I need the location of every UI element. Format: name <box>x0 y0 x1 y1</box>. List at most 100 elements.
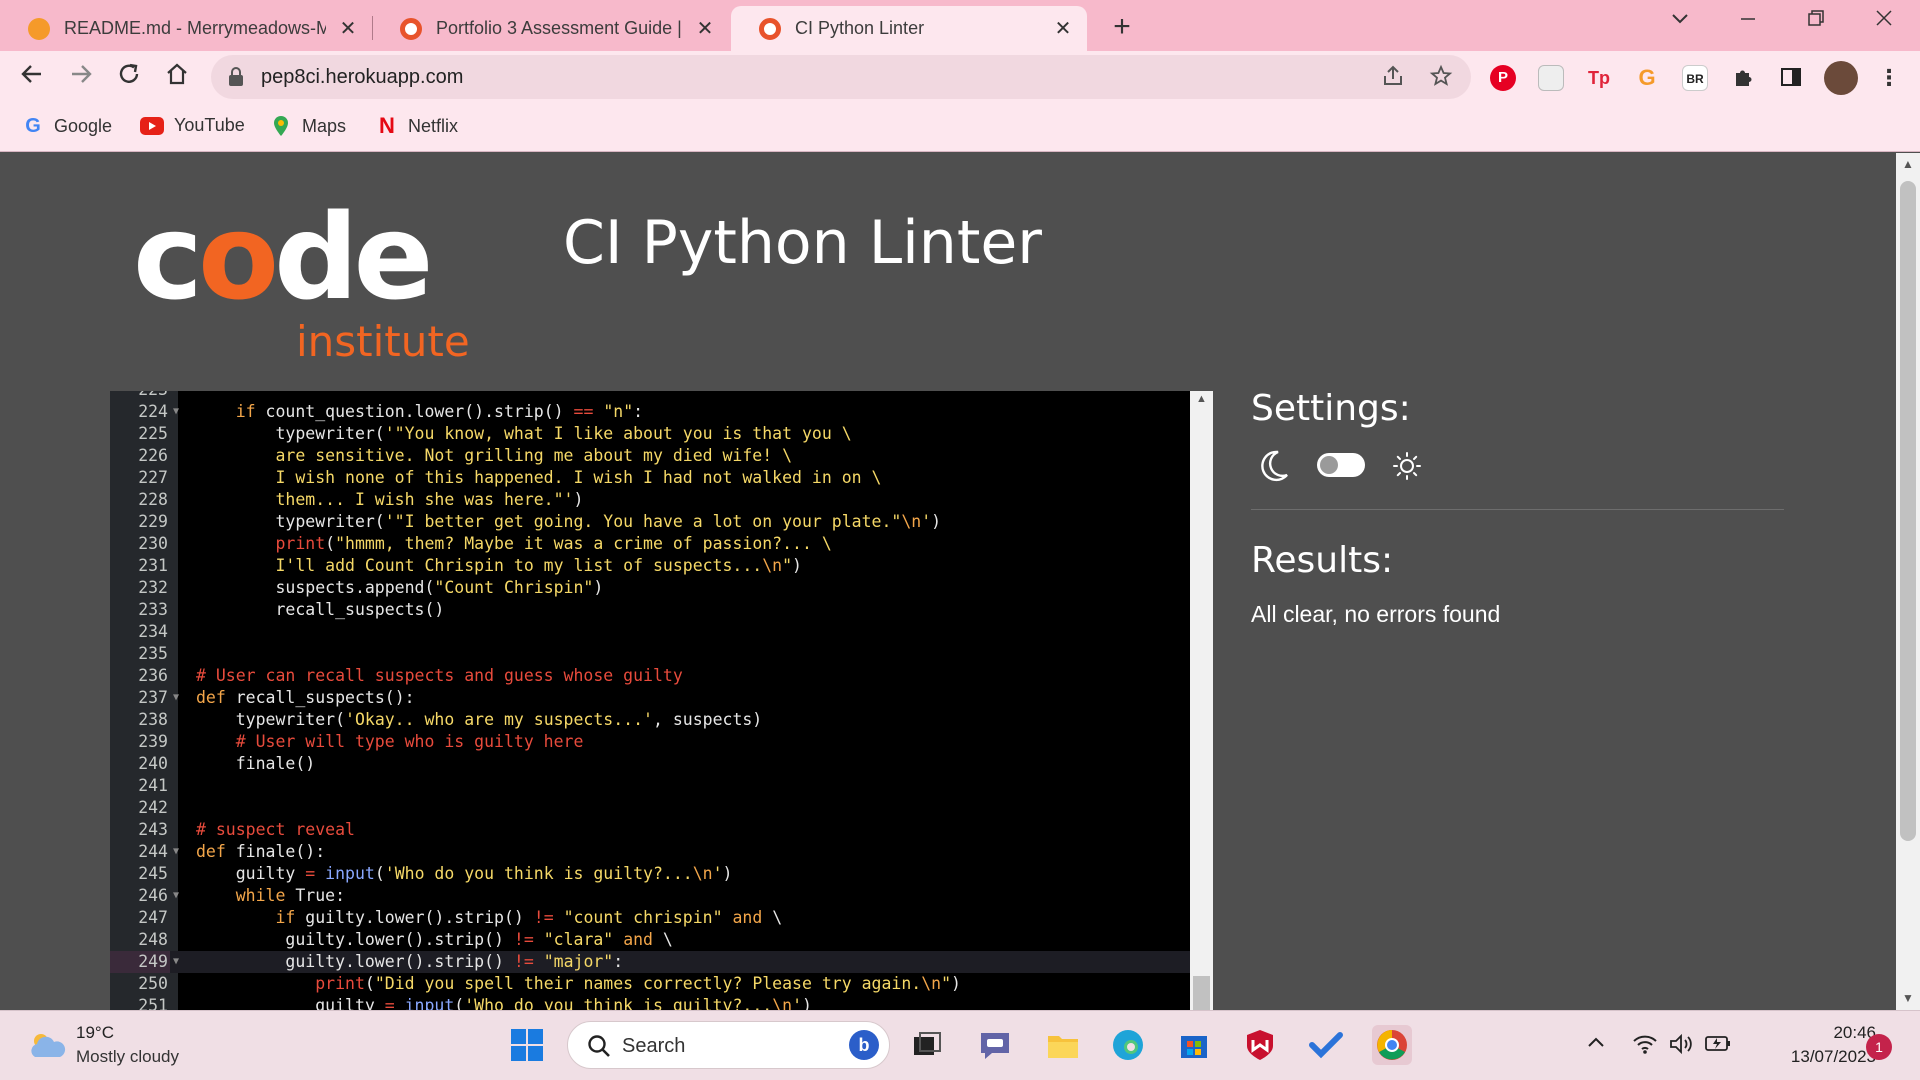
file-explorer-icon[interactable] <box>1043 1025 1083 1065</box>
code-line[interactable]: 229 typewriter('"I better get going. You… <box>110 511 1190 533</box>
bing-icon[interactable]: b <box>849 1030 879 1060</box>
code-line[interactable]: 246 ▼ while True: <box>110 885 1190 907</box>
fold-arrow-icon[interactable]: ▼ <box>173 687 183 709</box>
side-panel-icon[interactable] <box>1778 65 1804 91</box>
page-scrollbar-thumb[interactable] <box>1900 181 1916 841</box>
code-text[interactable]: recall_suspects() <box>196 599 444 621</box>
code-editor[interactable]: 223224 ▼ if count_question.lower().strip(… <box>110 391 1213 1010</box>
code-line[interactable]: 249 ▼ guilty.lower().strip() != "major": <box>110 951 1190 973</box>
home-icon[interactable] <box>160 61 194 95</box>
todo-check-icon[interactable] <box>1306 1025 1346 1065</box>
code-line[interactable]: 232 suspects.append("Count Chrispin") <box>110 577 1190 599</box>
code-line[interactable]: 243 # suspect reveal <box>110 819 1190 841</box>
address-bar[interactable]: pep8ci.herokuapp.com <box>211 55 1471 99</box>
code-text[interactable]: I wish none of this happened. I wish I h… <box>196 467 881 489</box>
teams-chat-icon[interactable] <box>975 1025 1015 1065</box>
code-line[interactable]: 247 if guilty.lower().strip() != "count … <box>110 907 1190 929</box>
task-view-icon[interactable] <box>907 1025 947 1065</box>
restore-icon[interactable] <box>1796 8 1836 34</box>
code-text[interactable]: them... I wish she was here."') <box>196 489 583 511</box>
bookmark-google[interactable]: G Google <box>22 115 112 137</box>
code-text[interactable]: # User can recall suspects and guess who… <box>196 665 683 687</box>
code-line[interactable]: 227 I wish none of this happened. I wish… <box>110 467 1190 489</box>
code-line[interactable]: 245 guilty = input('Who do you think is … <box>110 863 1190 885</box>
code-text[interactable]: are sensitive. Not grilling me about my … <box>196 445 792 467</box>
code-text[interactable]: while True: <box>196 885 345 907</box>
page-scroll-up-icon[interactable]: ▲ <box>1896 157 1920 171</box>
code-text[interactable]: typewriter('"I better get going. You hav… <box>196 511 941 533</box>
code-line[interactable]: 224 ▼ if count_question.lower().strip() =… <box>110 401 1190 423</box>
code-text[interactable]: def recall_suspects(): <box>196 687 415 709</box>
code-text[interactable]: # User will type who is guilty here <box>196 731 584 753</box>
br-extension-icon[interactable]: BR <box>1682 65 1708 91</box>
pinterest-extension-icon[interactable]: P <box>1490 65 1516 91</box>
url-text[interactable]: pep8ci.herokuapp.com <box>261 66 463 89</box>
code-text[interactable]: typewriter('"You know, what I like about… <box>196 423 851 445</box>
code-line[interactable]: 240 finale() <box>110 753 1190 775</box>
code-text[interactable]: print("hmmm, them? Maybe it was a crime … <box>196 533 831 555</box>
page-scroll-down-icon[interactable]: ▼ <box>1896 991 1920 1005</box>
reload-icon[interactable] <box>112 61 146 95</box>
code-text[interactable]: guilty.lower().strip() != "clara" and \ <box>196 929 672 951</box>
cloudy-weather-icon[interactable] <box>27 1029 67 1061</box>
code-text[interactable]: suspects.append("Count Chrispin") <box>196 577 603 599</box>
code-line[interactable]: 248 guilty.lower().strip() != "clara" an… <box>110 929 1190 951</box>
edge-browser-icon[interactable] <box>1108 1025 1148 1065</box>
code-line[interactable]: 236 # User can recall suspects and guess … <box>110 665 1190 687</box>
microsoft-store-icon[interactable] <box>1174 1025 1214 1065</box>
bookmark-youtube[interactable]: YouTube <box>140 115 245 136</box>
tab-assessment-guide[interactable]: Portfolio 3 Assessment Guide | Po ✕ <box>372 6 729 51</box>
tab-close-icon[interactable]: ✕ <box>338 16 358 41</box>
code-line[interactable]: 241 <box>110 775 1190 797</box>
code-text[interactable]: guilty = input('Who do you think is guil… <box>196 863 733 885</box>
back-icon[interactable] <box>15 61 49 95</box>
theme-toggle[interactable] <box>1317 453 1365 477</box>
code-lines[interactable]: 223224 ▼ if count_question.lower().strip(… <box>110 391 1190 1010</box>
clock-time[interactable]: 20:46 <box>1800 1023 1876 1043</box>
code-text[interactable]: finale() <box>196 753 315 775</box>
tab-python-linter[interactable]: CI Python Linter ✕ <box>731 6 1087 51</box>
pocket-extension-icon[interactable] <box>1538 65 1564 91</box>
weather-temperature[interactable]: 19°C <box>76 1023 114 1043</box>
extensions-puzzle-icon[interactable] <box>1730 65 1756 91</box>
weather-description[interactable]: Mostly cloudy <box>76 1047 179 1067</box>
code-line[interactable]: 238 typewriter('Okay.. who are my suspec… <box>110 709 1190 731</box>
editor-scrollbar-thumb[interactable] <box>1193 976 1210 1010</box>
fold-arrow-icon[interactable]: ▼ <box>173 885 183 907</box>
bookmark-maps[interactable]: Maps <box>270 115 346 137</box>
code-text[interactable]: # suspect reveal <box>196 819 355 841</box>
editor-scrollbar[interactable]: ▲ <box>1190 391 1213 1010</box>
new-tab-button[interactable]: + <box>1107 10 1137 44</box>
code-text[interactable]: def finale(): <box>196 841 325 863</box>
chrome-taskbar-icon[interactable] <box>1372 1025 1412 1065</box>
code-line[interactable]: 234 <box>110 621 1190 643</box>
grammarly-extension-icon[interactable]: G <box>1634 65 1660 91</box>
windows-start-icon[interactable] <box>507 1025 547 1065</box>
notification-badge[interactable]: 1 <box>1866 1034 1892 1060</box>
fold-arrow-icon[interactable]: ▼ <box>173 401 183 423</box>
code-line[interactable]: 233 recall_suspects() <box>110 599 1190 621</box>
code-line[interactable]: 250 print("Did you spell their names cor… <box>110 973 1190 995</box>
bookmark-star-icon[interactable] <box>1429 64 1453 94</box>
forward-icon[interactable] <box>64 61 98 95</box>
minimize-icon[interactable] <box>1728 8 1768 34</box>
code-text[interactable]: if count_question.lower().strip() == "n"… <box>196 401 643 423</box>
code-text[interactable]: print("Did you spell their names correct… <box>196 973 961 995</box>
code-text[interactable]: if guilty.lower().strip() != "count chri… <box>196 907 782 929</box>
tab-readme[interactable]: README.md - Merrymeadows-M ✕ <box>0 6 372 51</box>
clock-date[interactable]: 13/07/2023 <box>1750 1047 1876 1067</box>
wifi-icon[interactable] <box>1632 1033 1658 1060</box>
profile-avatar[interactable] <box>1824 61 1858 95</box>
battery-icon[interactable] <box>1704 1033 1732 1058</box>
tp-extension-icon[interactable]: Tp <box>1586 65 1612 91</box>
code-line[interactable]: 231 I'll add Count Chrispin to my list o… <box>110 555 1190 577</box>
chrome-menu-icon[interactable]: ⋮ <box>1876 65 1902 91</box>
code-line[interactable]: 223 <box>110 391 1190 401</box>
code-line[interactable]: 242 <box>110 797 1190 819</box>
lock-icon[interactable] <box>225 65 247 89</box>
code-line[interactable]: 225 typewriter('"You know, what I like a… <box>110 423 1190 445</box>
code-institute-logo[interactable]: code <box>133 198 434 316</box>
code-line[interactable]: 226 are sensitive. Not grilling me about… <box>110 445 1190 467</box>
code-line[interactable]: 228 them... I wish she was here."') <box>110 489 1190 511</box>
mcafee-icon[interactable] <box>1240 1025 1280 1065</box>
